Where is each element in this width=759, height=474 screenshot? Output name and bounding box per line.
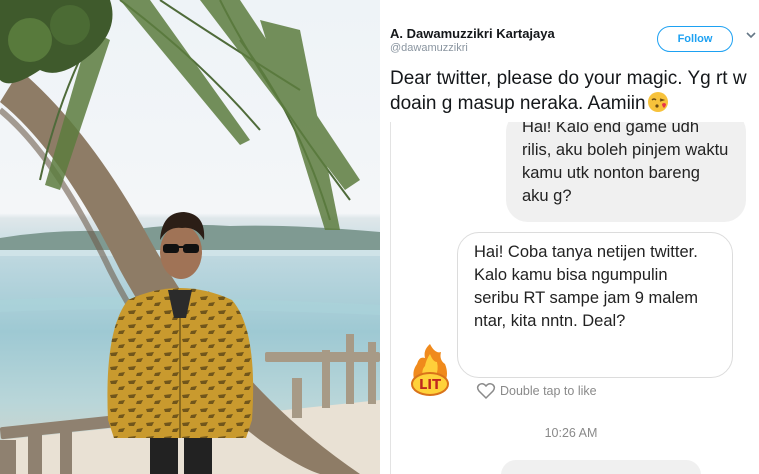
chat-message-incoming: Hai! Coba tanya netijen twitter. Kalo ka… [457, 232, 733, 378]
double-tap-like[interactable]: Double tap to like [476, 382, 597, 400]
face-throwing-kiss-icon [647, 92, 668, 112]
like-hint-text: Double tap to like [500, 384, 597, 398]
tweet-text: Dear twitter, please do your magic. Yg r… [390, 66, 750, 116]
tweet-body: Dear twitter, please do your magic. Yg r… [390, 68, 747, 114]
heart-icon[interactable] [476, 382, 496, 400]
embedded-chat-screenshot: Hai! Kalo end game udh rilis, aku boleh … [390, 122, 750, 474]
tweet-photo[interactable] [0, 0, 380, 474]
chat-message-outgoing: Hai! Kalo end game udh rilis, aku boleh … [506, 122, 746, 222]
tweet-panel: A. Dawamuzzikri Kartajaya @dawamuzzikri … [380, 0, 759, 474]
chevron-down-icon[interactable] [746, 30, 756, 40]
author-handle[interactable]: @dawamuzzikri [390, 42, 468, 54]
author-name[interactable]: A. Dawamuzzikri Kartajaya [390, 26, 555, 41]
lit-sticker-label: LIT [419, 378, 441, 393]
follow-button[interactable]: Follow [657, 26, 733, 52]
chat-timestamp: 10:26 AM [544, 426, 598, 440]
chat-message-partial [501, 460, 701, 474]
lit-sticker-icon: LIT [411, 344, 449, 396]
beach-photo-illustration [0, 0, 380, 474]
